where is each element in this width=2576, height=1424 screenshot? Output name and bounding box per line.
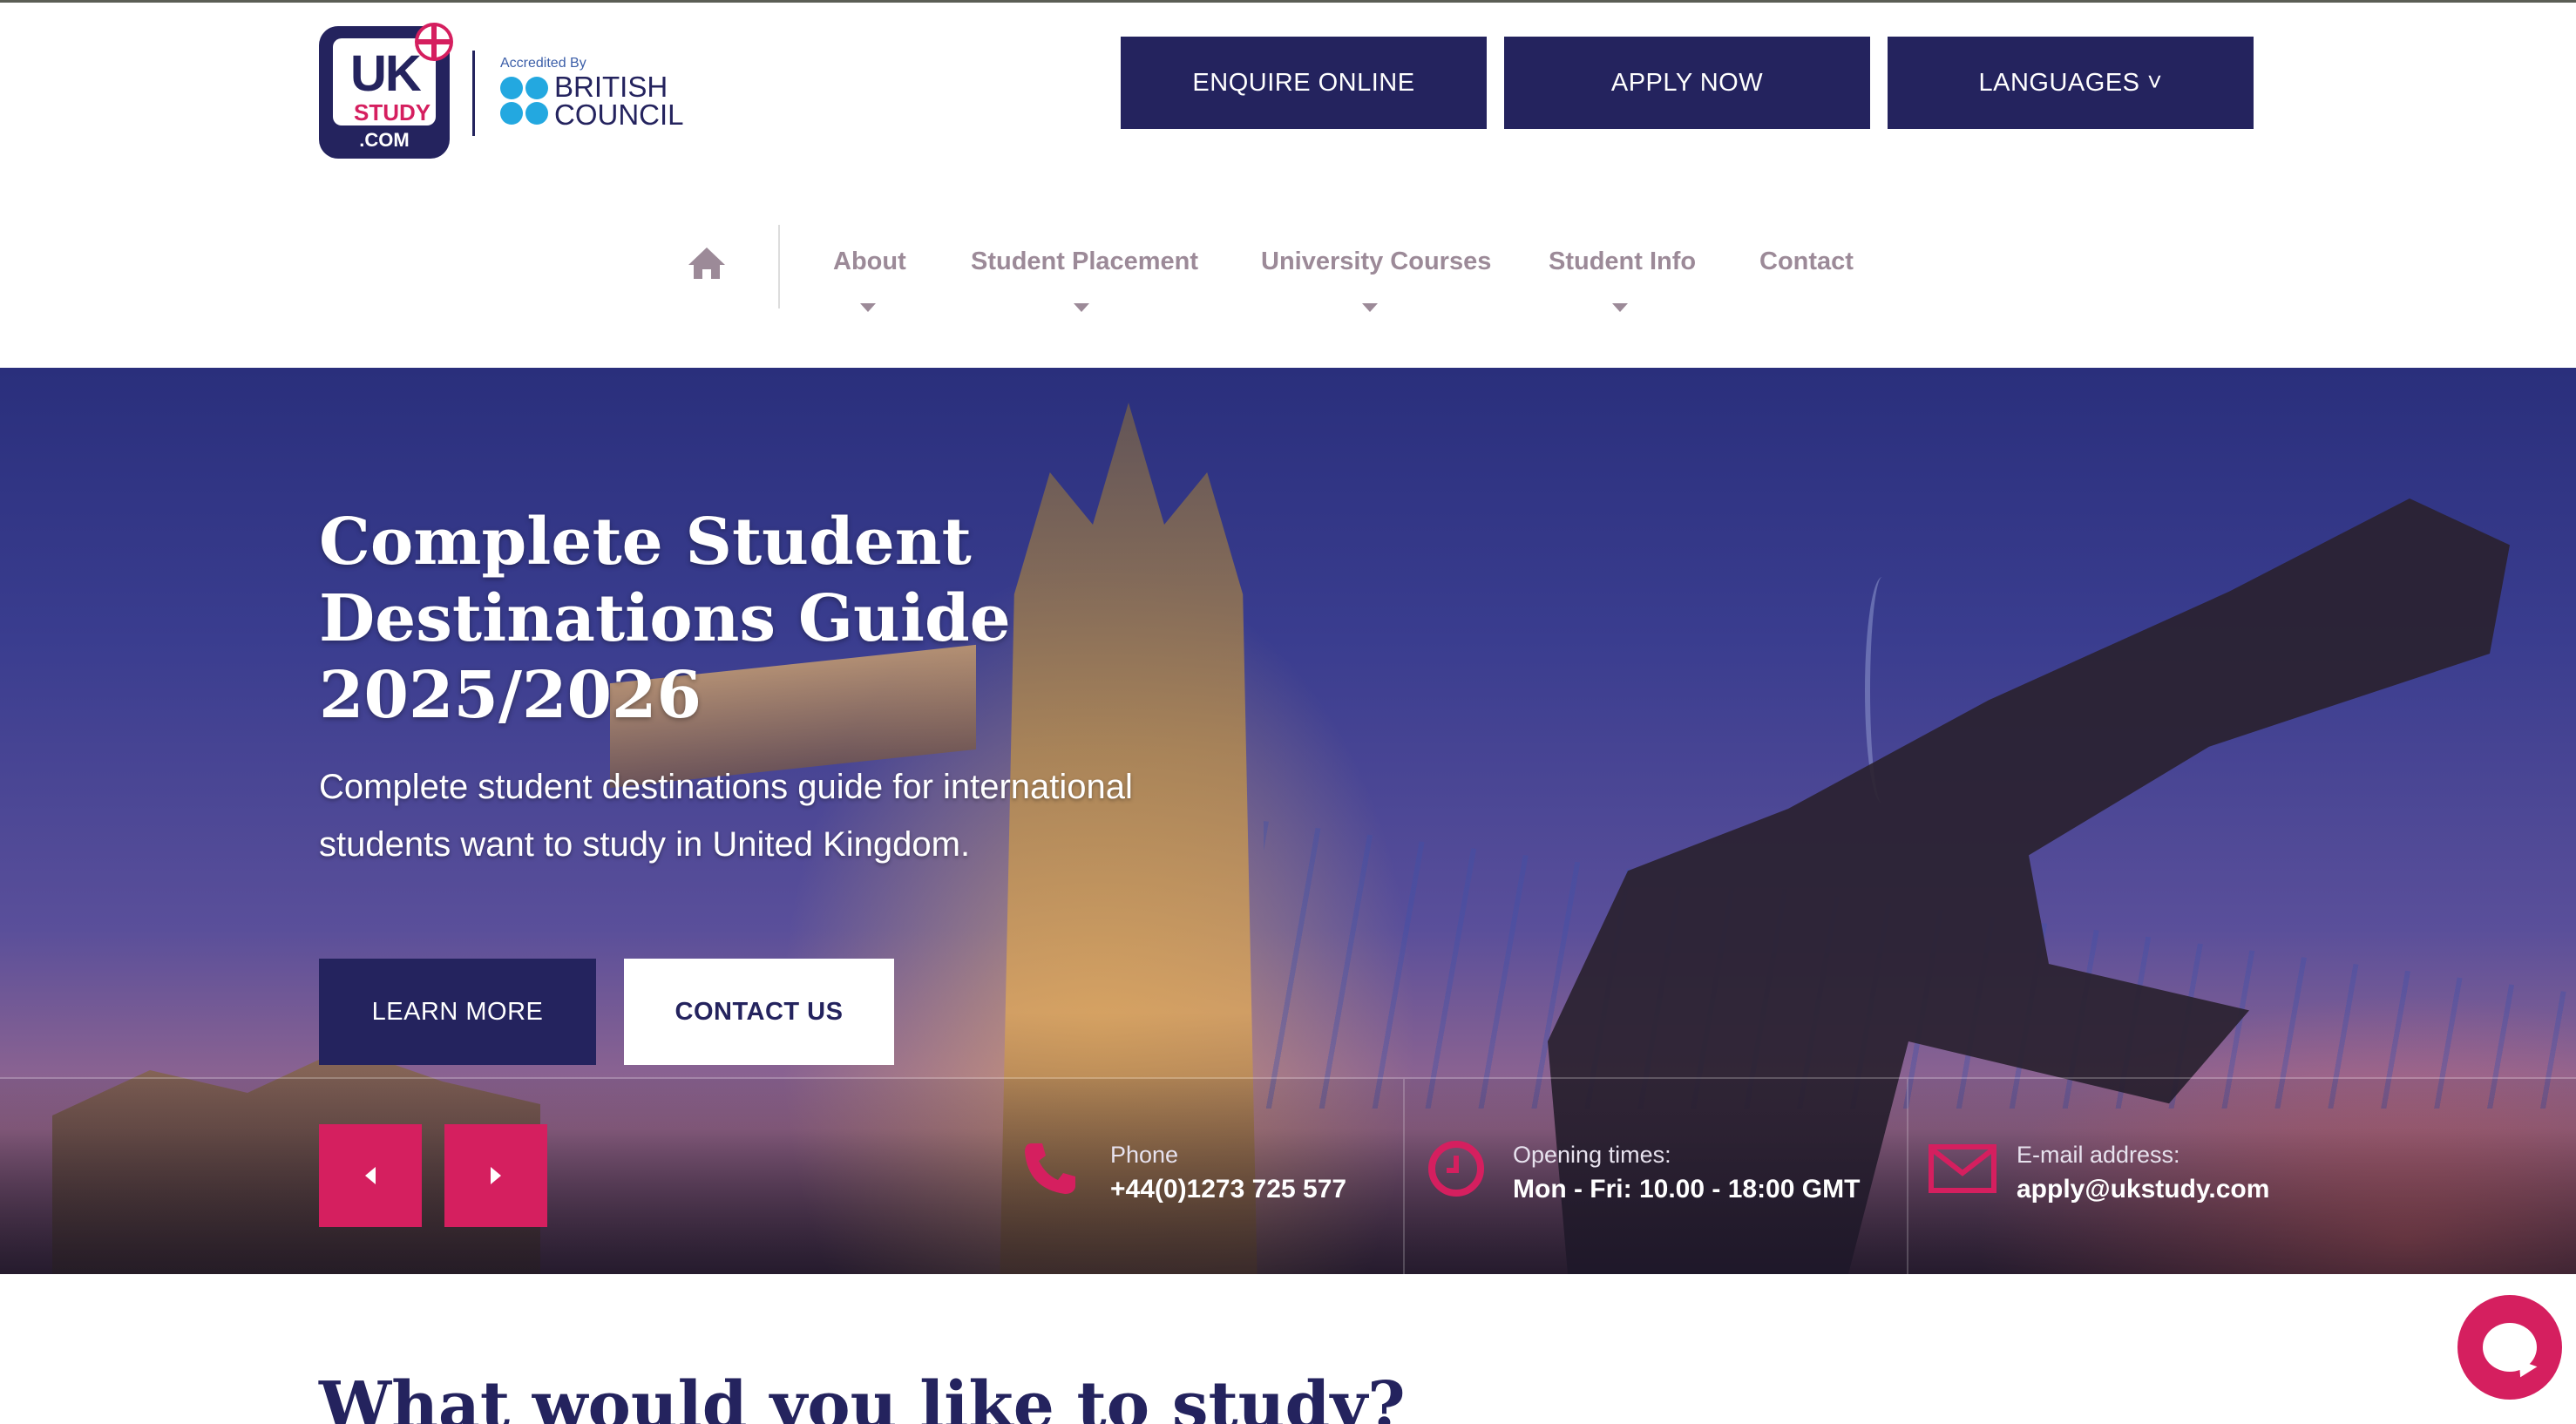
logo-com-text: .COM: [359, 129, 410, 151]
arrow-left-icon: [365, 1167, 376, 1184]
email-label: E-mail address:: [2017, 1142, 2180, 1168]
slider-prev-button[interactable]: [319, 1124, 422, 1227]
nav-item-student-placement[interactable]: Student Placement: [971, 248, 1198, 276]
learn-more-button[interactable]: LEARN MORE: [319, 959, 596, 1065]
about-caret-icon[interactable]: [860, 303, 876, 312]
logo-divider: [472, 51, 475, 136]
hero-subtitle: Complete student destinations guide for …: [319, 768, 1133, 864]
phone-value[interactable]: +44(0)1273 725 577: [1110, 1175, 1346, 1204]
logo-study-text: STUDY: [354, 99, 431, 125]
student-placement-caret-icon[interactable]: [1074, 303, 1089, 312]
home-icon[interactable]: [687, 246, 727, 281]
student-info-caret-icon[interactable]: [1612, 303, 1628, 312]
email-value[interactable]: apply@ukstudy.com: [2017, 1175, 2269, 1204]
main-navigation: About Student Placement University Cours…: [0, 218, 2576, 322]
accredited-by-text: Accredited By: [500, 56, 586, 71]
nav-item-contact[interactable]: Contact: [1759, 248, 1854, 276]
arrow-right-icon: [491, 1167, 501, 1184]
hours-label: Opening times:: [1513, 1142, 1671, 1168]
hero-title-line: Complete Student: [319, 505, 972, 580]
info-divider: [1403, 1079, 1405, 1274]
university-courses-caret-icon[interactable]: [1362, 303, 1378, 312]
envelope-icon: [1929, 1144, 1996, 1193]
apply-now-button[interactable]: APPLY NOW: [1504, 37, 1870, 129]
hero-title-line: 2025/2026: [319, 658, 702, 733]
top-border: [0, 0, 2576, 3]
hero-title: Complete Student Destinations Guide 2025…: [319, 504, 1103, 734]
nav-item-student-info[interactable]: Student Info: [1549, 248, 1696, 276]
hero-divider-line: [0, 1077, 2576, 1079]
info-divider: [1907, 1079, 1908, 1274]
british-text: BRITISH: [554, 71, 668, 103]
contact-us-button[interactable]: CONTACT US: [624, 959, 894, 1065]
languages-button[interactable]: LANGUAGES ˅: [1888, 37, 2254, 129]
hours-value: Mon - Fri: 10.00 - 18:00 GMT: [1513, 1175, 1861, 1204]
enquire-online-button[interactable]: ENQUIRE ONLINE: [1121, 37, 1487, 129]
slider-next-button[interactable]: [444, 1124, 547, 1227]
nav-divider: [778, 225, 780, 309]
chat-widget-button[interactable]: [2457, 1295, 2562, 1400]
phone-label: Phone: [1110, 1142, 1179, 1168]
british-council-dots-icon: [500, 77, 549, 125]
nav-item-university-courses[interactable]: University Courses: [1261, 248, 1491, 276]
section-title: What would you like to study?: [319, 1368, 1406, 1424]
ukstudy-logo[interactable]: UK STUDY .COM: [319, 23, 453, 159]
phone-icon: [1025, 1143, 1075, 1194]
logo-uk-text: UK: [350, 45, 422, 102]
clock-icon: [1428, 1141, 1484, 1197]
nav-item-about[interactable]: About: [833, 248, 906, 276]
british-council-text: BRITISH COUNCIL: [554, 71, 684, 131]
council-text: COUNCIL: [554, 98, 684, 131]
chat-icon: [2483, 1323, 2537, 1372]
hero-title-line: Destinations Guide: [319, 581, 1011, 656]
site-logo[interactable]: UK STUDY .COM Accredited By BRITISH COUN…: [319, 23, 684, 159]
union-flag-badge: [415, 23, 453, 61]
